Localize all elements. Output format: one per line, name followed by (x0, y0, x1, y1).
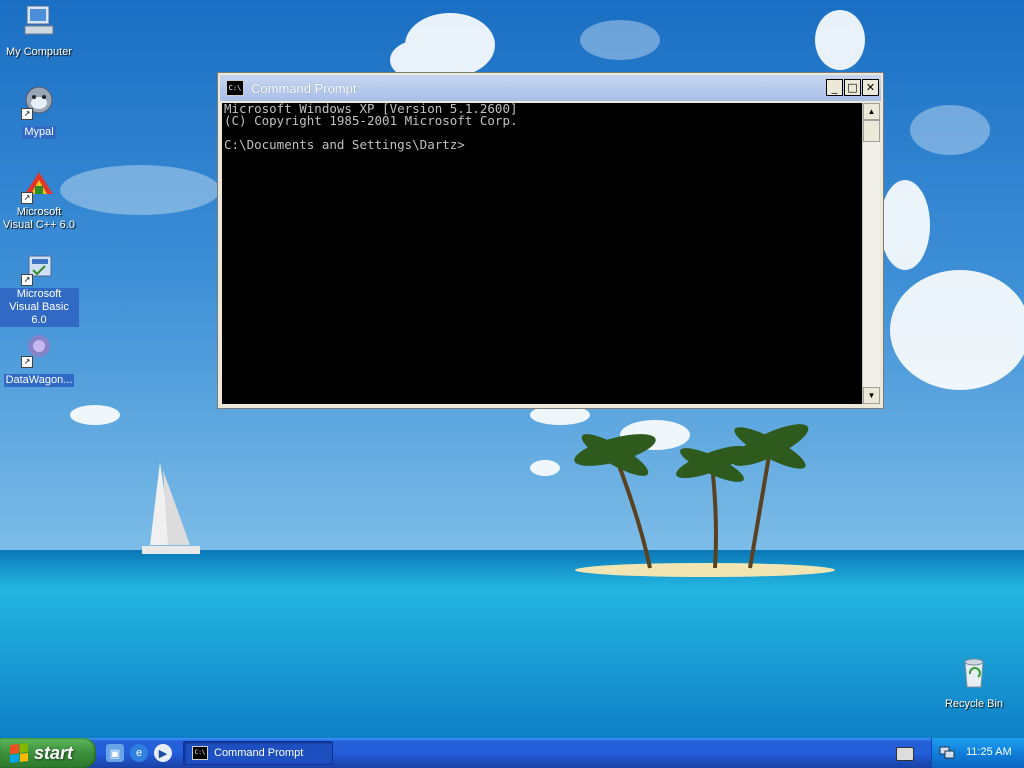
system-tray: 11:25 AM (931, 738, 1024, 768)
desktop-icon-label: Microsoft Visual C++ 6.0 (3, 206, 75, 231)
shortcut-arrow-icon: ↗ (21, 192, 33, 204)
start-label: start (34, 742, 74, 763)
mypal-icon: ↗ (21, 84, 57, 120)
command-prompt-window[interactable]: C:\ Command Prompt _ □ ✕ Microsoft Windo… (217, 72, 884, 409)
network-icon[interactable] (939, 746, 955, 760)
quick-launch-bar: ▣ e ▶ (106, 744, 172, 762)
scroll-up-arrow-icon[interactable]: ▲ (863, 103, 880, 120)
internet-explorer-icon[interactable]: e (130, 744, 148, 762)
visual-basic-icon: ↗ (21, 250, 57, 286)
keyboard-language-icon[interactable] (896, 747, 914, 761)
my-computer-icon (21, 4, 57, 40)
maximize-button[interactable]: □ (844, 79, 861, 96)
shortcut-arrow-icon: ↗ (21, 108, 33, 120)
visual-cpp-icon: ↗ (21, 168, 57, 204)
taskbar: start ▣ e ▶ C:\ Command Prompt 11:25 AM (0, 738, 1024, 768)
minimize-button[interactable]: _ (826, 79, 843, 96)
show-desktop-icon[interactable]: ▣ (106, 744, 124, 762)
windows-logo-icon (10, 743, 28, 763)
window-titlebar[interactable]: C:\ Command Prompt _ □ ✕ (220, 75, 881, 101)
scroll-down-arrow-icon[interactable]: ▼ (863, 387, 880, 404)
desktop-icon-label: DataWagon... (3, 374, 75, 387)
clock[interactable]: 11:25 AM (966, 746, 1012, 758)
desktop-icon-recycle-bin[interactable]: Recycle Bin (934, 656, 1014, 712)
shortcut-arrow-icon: ↗ (21, 274, 33, 286)
desktop-icon-visual-cpp[interactable]: ↗ Microsoft Visual C++ 6.0 (0, 168, 79, 233)
datawagon-icon: ↗ (21, 332, 57, 368)
desktop-icon-label: My Computer (5, 46, 73, 58)
desktop-icon-label: Recycle Bin (944, 698, 1004, 710)
desktop-icon-visual-basic[interactable]: ↗ Microsoft Visual Basic 6.0 (0, 250, 79, 328)
scrollbar-thumb[interactable] (863, 120, 880, 142)
taskbar-button-label: Command Prompt (214, 747, 304, 759)
start-button[interactable]: start (0, 738, 96, 768)
console-app-icon: C:\ (192, 746, 208, 760)
console-prompt-line: C:\Documents and Settings\Dartz> (224, 137, 465, 152)
taskbar-button-command-prompt[interactable]: C:\ Command Prompt (183, 741, 333, 765)
desktop-icon-label: Microsoft Visual Basic 6.0 (0, 288, 79, 327)
recycle-bin-icon (956, 656, 992, 692)
console-output[interactable]: Microsoft Windows XP [Version 5.1.2600] … (222, 103, 862, 404)
desktop-icon-my-computer[interactable]: My Computer (0, 4, 79, 60)
desktop-icon-datawagon[interactable]: ↗ DataWagon... (0, 332, 79, 388)
windows-media-player-icon[interactable]: ▶ (154, 744, 172, 762)
shortcut-arrow-icon: ↗ (21, 356, 33, 368)
console-line: (C) Copyright 1985-2001 Microsoft Corp. (224, 113, 518, 128)
vertical-scrollbar[interactable]: ▲ ▼ (862, 103, 880, 404)
desktop-icon-label: Mypal (22, 126, 56, 139)
desktop-icon-mypal[interactable]: ↗ Mypal (0, 84, 79, 140)
console-app-icon: C:\ (226, 80, 244, 96)
window-title: Command Prompt (251, 80, 357, 96)
close-button[interactable]: ✕ (862, 79, 879, 96)
